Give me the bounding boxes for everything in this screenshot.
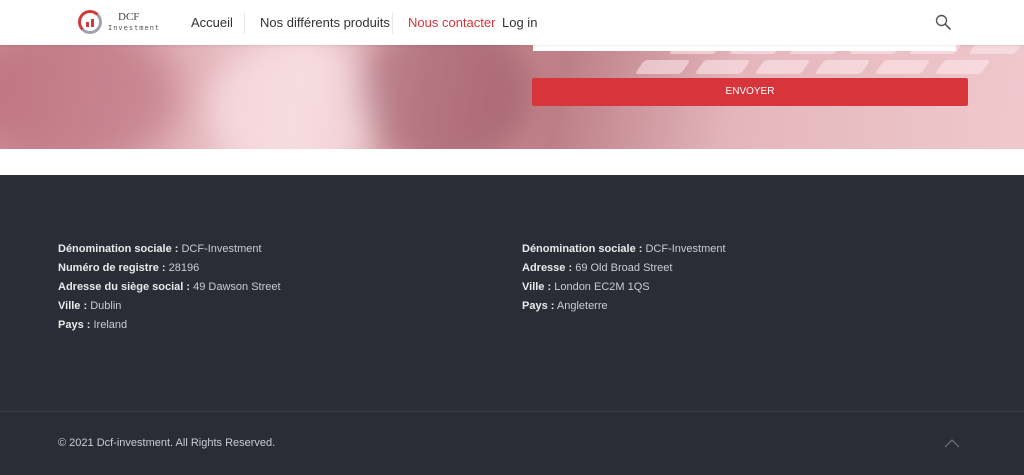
nav-separator xyxy=(392,12,393,34)
info-row: Pays : Ireland xyxy=(58,319,128,331)
info-row: Dénomination sociale : DCF-Investment xyxy=(522,243,726,255)
copyright-text: © 2021 Dcf-investment. All Rights Reserv… xyxy=(58,437,276,449)
info-row: Dénomination sociale : DCF-Investment xyxy=(58,243,262,255)
logo-icon xyxy=(78,10,102,34)
info-row: Numéro de registre : 28196 xyxy=(58,262,200,274)
footer-company-uk: Dénomination sociale : DCF-Investment Ad… xyxy=(522,243,726,319)
site-header: DCF Investment Accueil Nos différents pr… xyxy=(0,0,1024,45)
send-button[interactable]: ENVOYER xyxy=(532,78,968,106)
site-footer: Dénomination sociale : DCF-Investment Nu… xyxy=(0,175,1024,475)
info-row: Adresse du siège social : 49 Dawson Stre… xyxy=(58,281,281,293)
hero-blur-shape xyxy=(210,40,380,149)
form-field-bottom[interactable] xyxy=(533,45,956,51)
nav-home[interactable]: Accueil xyxy=(191,0,233,45)
info-row: Pays : Angleterre xyxy=(522,300,608,312)
footer-company-ireland: Dénomination sociale : DCF-Investment Nu… xyxy=(58,243,281,338)
nav-products[interactable]: Nos différents produits xyxy=(260,0,390,45)
info-row: Adresse : 69 Old Broad Street xyxy=(522,262,673,274)
nav-login[interactable]: Log in xyxy=(502,0,537,45)
info-row: Ville : Dublin xyxy=(58,300,122,312)
search-icon[interactable] xyxy=(935,14,951,30)
logo[interactable]: DCF Investment xyxy=(78,8,161,38)
logo-name: DCF xyxy=(118,11,140,23)
nav-contact[interactable]: Nous contacter xyxy=(408,0,495,45)
nav-separator xyxy=(244,12,245,34)
chevron-up-icon[interactable] xyxy=(944,437,960,449)
info-row: Ville : London EC2M 1QS xyxy=(522,281,650,293)
footer-divider xyxy=(0,411,1024,412)
logo-subtitle: Investment xyxy=(108,24,161,32)
